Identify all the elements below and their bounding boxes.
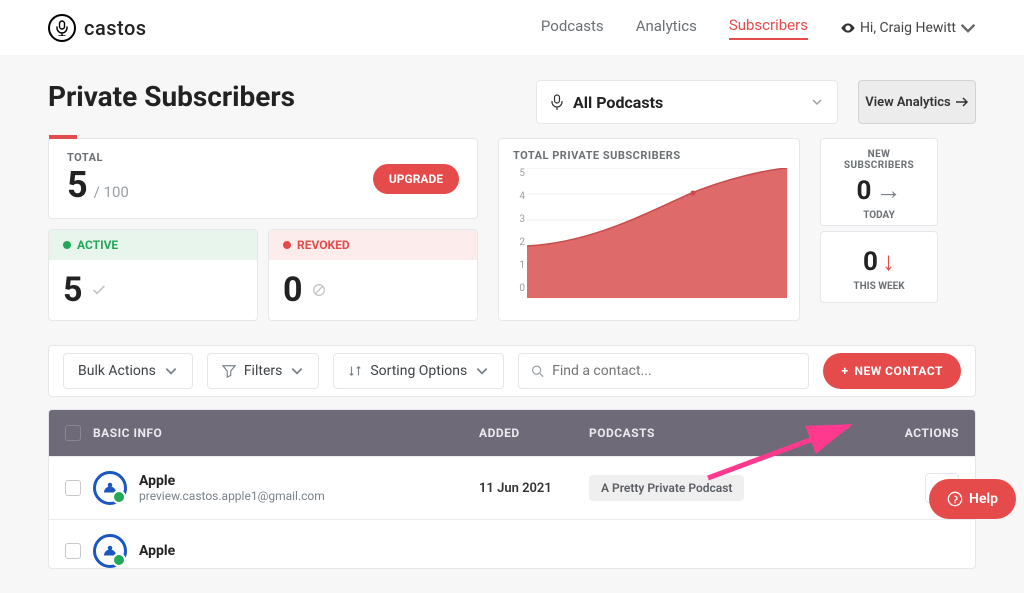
podcast-chip: A Pretty Private Podcast [589, 475, 744, 501]
search-input[interactable] [552, 363, 796, 379]
podcast-selector[interactable]: All Podcasts [536, 80, 838, 124]
card-chart: TOTAL PRIVATE SUBSCRIBERS 543210 [498, 138, 800, 321]
bulk-actions-label: Bulk Actions [78, 363, 156, 379]
row-checkbox[interactable] [65, 480, 81, 496]
card-total: TOTAL 5 / 100 UPGRADE [48, 138, 478, 219]
microphone-icon [48, 14, 76, 42]
row-added: 11 Jun 2021 [479, 481, 589, 496]
nav-podcasts[interactable]: Podcasts [541, 17, 604, 39]
sort-icon [348, 364, 362, 378]
revoked-label: REVOKED [297, 238, 350, 252]
eye-icon [840, 20, 856, 36]
new-contact-button[interactable]: + NEW CONTACT [823, 353, 961, 389]
chevron-down-icon [290, 364, 304, 378]
arrow-down-icon: ↓ [882, 246, 895, 277]
row-name: Apple [139, 543, 175, 559]
th-actions: ACTIONS [879, 426, 959, 440]
chart-y-ticks: 543210 [513, 168, 525, 294]
status-dot-active [63, 241, 71, 249]
chevron-down-icon [164, 364, 178, 378]
table-toolbar: Bulk Actions Filters Sorting Options + N… [48, 345, 976, 397]
card-revoked: REVOKED 0 [268, 229, 478, 321]
select-all-checkbox[interactable] [65, 425, 81, 441]
chevron-down-icon [811, 93, 823, 112]
th-added: ADDED [479, 426, 589, 440]
search-field[interactable] [518, 353, 809, 389]
new-subs-label: NEW SUBSCRIBERS [833, 149, 925, 171]
search-icon [531, 364, 544, 378]
filters-label: Filters [244, 363, 283, 379]
help-button[interactable]: Help [929, 479, 1016, 519]
avatar [93, 534, 127, 568]
active-label: ACTIVE [77, 238, 118, 252]
microphone-icon [551, 94, 563, 110]
chevron-down-icon [475, 364, 489, 378]
brand-logo[interactable]: castos [48, 14, 147, 42]
area-chart [527, 168, 787, 298]
total-label: TOTAL [67, 151, 459, 164]
help-label: Help [969, 491, 998, 507]
total-limit: / 100 [94, 183, 129, 201]
page-title: Private Subscribers [48, 80, 516, 124]
new-today-value: 0 [857, 176, 872, 206]
card-new-week: 0↓ THIS WEEK [820, 231, 938, 303]
bulk-actions-dropdown[interactable]: Bulk Actions [63, 353, 193, 389]
row-name: Apple [139, 473, 325, 489]
new-week-caption: THIS WEEK [833, 281, 925, 292]
arrow-right-icon: → [875, 175, 901, 206]
row-checkbox[interactable] [65, 543, 81, 559]
card-new-subscribers: NEW SUBSCRIBERS 0→ TODAY [820, 138, 938, 226]
status-dot-revoked [283, 241, 291, 249]
brand-name: castos [84, 16, 147, 40]
user-greeting: Hi, Craig Hewitt [860, 20, 956, 36]
plus-icon: + [841, 364, 848, 378]
nav-analytics[interactable]: Analytics [636, 17, 697, 39]
chart-label: TOTAL PRIVATE SUBSCRIBERS [513, 149, 785, 162]
filters-dropdown[interactable]: Filters [207, 353, 320, 389]
subscribers-table: BASIC INFO ADDED PODCASTS ACTIONS Apple … [48, 409, 976, 569]
sorting-dropdown[interactable]: Sorting Options [333, 353, 504, 389]
chevron-down-icon [960, 20, 976, 36]
avatar [93, 471, 127, 505]
view-analytics-label: View Analytics [865, 95, 950, 110]
revoked-value: 0 [283, 270, 303, 310]
check-icon [91, 282, 107, 298]
arrow-right-icon [955, 97, 969, 107]
view-analytics-button[interactable]: View Analytics [858, 80, 976, 124]
user-menu[interactable]: Hi, Craig Hewitt [840, 20, 976, 36]
podcast-selector-label: All Podcasts [573, 93, 663, 112]
row-email: preview.castos.apple1@gmail.com [139, 489, 325, 503]
active-value: 5 [63, 270, 83, 310]
upgrade-button[interactable]: UPGRADE [373, 164, 459, 194]
new-today-caption: TODAY [833, 210, 925, 221]
new-contact-label: NEW CONTACT [854, 364, 943, 378]
table-row: Apple [49, 519, 975, 568]
table-header: BASIC INFO ADDED PODCASTS ACTIONS [49, 410, 975, 456]
sorting-label: Sorting Options [370, 363, 467, 379]
table-row: Apple preview.castos.apple1@gmail.com 11… [49, 456, 975, 519]
nav-subscribers[interactable]: Subscribers [729, 16, 808, 40]
ban-icon [311, 282, 327, 298]
th-basic: BASIC INFO [93, 426, 479, 440]
th-podcasts: PODCASTS [589, 426, 879, 440]
filter-icon [222, 364, 236, 378]
new-week-value: 0 [863, 247, 878, 277]
total-value: 5 [67, 164, 88, 206]
card-active: ACTIVE 5 [48, 229, 258, 321]
help-icon [947, 491, 963, 507]
